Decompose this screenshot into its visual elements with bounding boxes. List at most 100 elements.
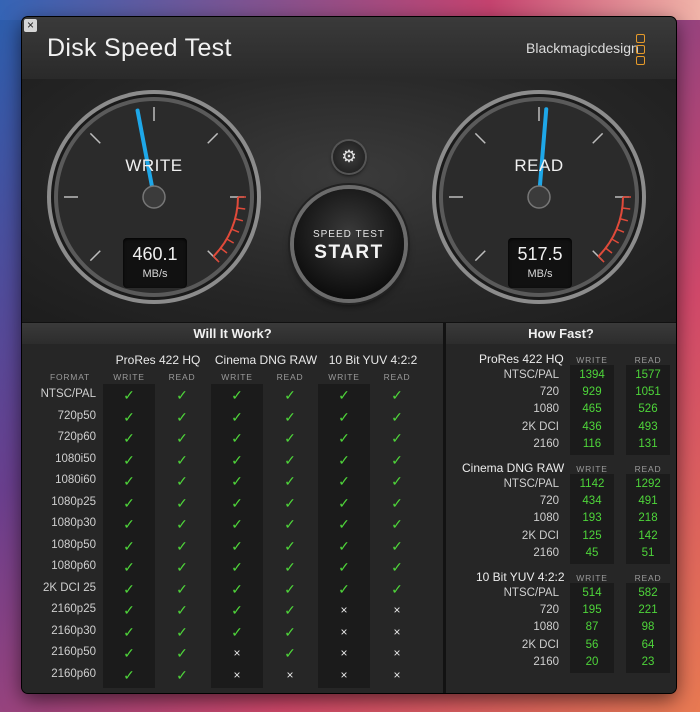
read-fps-value: 493 [638,420,658,433]
read-gauge-label: READ [514,156,564,175]
gauge-redline-tick [237,207,246,210]
check-icon: ✓ [123,602,135,618]
write-fps-value: 56 [585,638,599,651]
check-icon: ✓ [176,387,188,403]
cross-icon: × [393,646,401,660]
read-fps-value: 131 [638,437,658,450]
cross-icon: × [393,603,401,617]
cross-icon: × [393,624,401,639]
check-icon: ✓ [176,666,188,683]
cross-icon: × [393,667,401,682]
start-button-label: START [314,242,384,263]
check-icon: ✓ [231,408,243,425]
write-fps-value: 193 [582,512,602,525]
disk-speed-test-window: × Disk Speed Test Blackmagicdesign WRITE… [22,17,676,693]
check-icon: ✓ [338,537,350,554]
speed-test-start-button[interactable]: SPEED TEST START [294,189,404,299]
read-subheader: READ [634,355,662,365]
check-icon: ✓ [338,559,350,575]
check-icon: ✓ [284,516,296,532]
write-fps-value: 436 [582,420,602,433]
write-fps-value: 1394 [579,369,605,381]
check-icon: ✓ [123,666,135,683]
check-icon: ✓ [123,387,135,403]
check-icon: ✓ [231,537,243,554]
check-icon: ✓ [391,537,403,554]
cross-icon: × [340,624,348,639]
check-icon: ✓ [176,473,188,489]
how-fast-codec: 10 Bit YUV 4:2:2 [476,570,565,584]
write-gauge-label: WRITE [125,156,183,175]
write-fps-value: 116 [582,437,602,450]
check-icon: ✓ [176,537,188,554]
check-icon: ✓ [391,451,403,468]
write-fps-value: 125 [582,529,602,542]
read-gauge: READ 517.5 MB/s [430,88,648,306]
codec-subheader: WRITE [328,372,360,382]
format-label: 720p60 [57,431,96,443]
check-icon: ✓ [391,494,403,511]
gauge-panel: WRITE 460.1 MB/s ⚙ SPEED TEST START READ… [22,79,676,322]
close-icon[interactable]: × [24,19,37,32]
check-icon: ✓ [176,430,188,446]
check-icon: ✓ [284,645,296,661]
codec-subheader: READ [168,372,196,382]
write-speed-value: 460.1 [132,244,178,264]
read-fps-value: 1051 [635,386,661,399]
check-icon: ✓ [338,451,350,468]
how-fast-format: 2160 [533,546,559,559]
check-icon: ✓ [284,494,296,511]
settings-gear-icon[interactable]: ⚙ [333,141,365,173]
format-label: 2160p50 [51,646,96,658]
start-button-caption: SPEED TEST [312,229,386,240]
how-fast-heading: How Fast? [446,322,676,346]
how-fast-codec: Cinema DNG RAW [462,461,565,475]
check-icon: ✓ [391,430,403,446]
check-icon: ✓ [123,580,135,597]
check-icon: ✓ [284,602,296,618]
how-fast-format: NTSC/PAL [503,587,559,599]
check-icon: ✓ [123,430,135,446]
how-fast-format: 720 [539,386,559,399]
read-fps-value: 1292 [635,478,661,490]
check-icon: ✓ [176,580,188,597]
check-icon: ✓ [231,602,243,618]
how-fast-format: 720 [539,604,559,617]
check-icon: ✓ [176,408,188,425]
check-icon: ✓ [284,559,296,575]
check-icon: ✓ [284,408,296,425]
check-icon: ✓ [123,537,135,554]
check-icon: ✓ [338,580,350,597]
cross-icon: × [340,646,348,660]
check-icon: ✓ [123,623,135,640]
write-fps-value: 1142 [579,478,605,490]
codec-header: Cinema DNG RAW [214,353,318,367]
check-icon: ✓ [231,473,243,489]
how-fast-format: 1080 [533,403,559,416]
check-icon: ✓ [391,580,403,597]
how-fast-codec: ProRes 422 HQ [479,352,564,366]
will-it-work-table: ProRes 422 HQ WRITE READ Cinema DNG RAW WRIT… [22,344,443,693]
write-fps-value: 195 [582,604,602,617]
format-label: 2160p60 [51,667,96,680]
check-icon: ✓ [284,537,296,554]
check-icon: ✓ [284,580,296,597]
format-label: 2K DCI 25 [42,581,96,594]
write-fps-value: 87 [585,621,599,634]
read-fps-value: 582 [638,587,658,599]
check-icon: ✓ [284,430,296,446]
format-label: 1080i50 [55,452,96,465]
check-icon: ✓ [176,494,188,511]
format-label: 1080i60 [55,474,96,486]
read-fps-value: 98 [641,621,655,634]
write-fps-value: 929 [582,386,602,399]
check-icon: ✓ [338,408,350,425]
how-fast-format: 1080 [533,512,559,525]
check-icon: ✓ [231,559,243,575]
check-icon: ✓ [338,473,350,489]
will-it-work-heading: Will It Work? [22,322,443,346]
gauge-hub [142,185,166,209]
how-fast-format: 2160 [533,437,559,450]
read-fps-value: 491 [638,495,658,508]
check-icon: ✓ [391,559,403,575]
